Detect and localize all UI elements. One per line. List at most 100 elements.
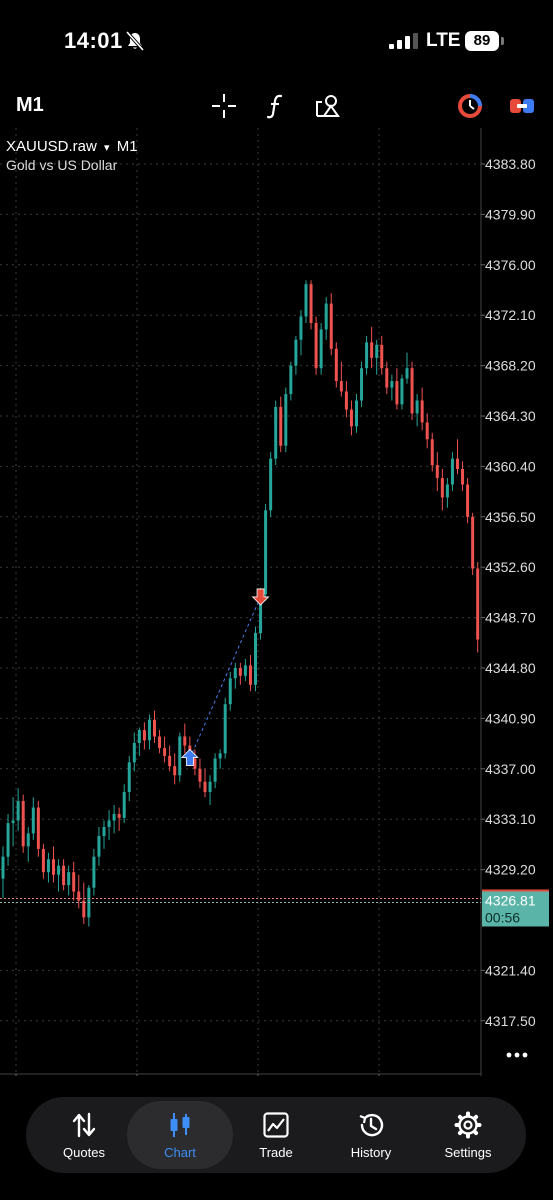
price-chart[interactable]: 4326.8100:56 4383.80 4379.90 4376.00 4372.1… — [0, 128, 553, 1076]
candle — [41, 843, 45, 879]
candle — [147, 714, 151, 750]
candle-body — [334, 348, 338, 382]
candle — [82, 882, 86, 924]
candle — [163, 736, 167, 763]
nav-settings[interactable]: Settings — [420, 1097, 516, 1173]
candle — [107, 810, 111, 840]
candle-body — [370, 342, 374, 358]
candle — [425, 413, 429, 449]
candle-body — [228, 678, 232, 705]
symbol-timeframe: M1 — [116, 138, 138, 155]
timeframe-selector[interactable]: M1 — [16, 94, 44, 117]
quotes-arrows-icon — [72, 1112, 96, 1138]
candle — [370, 326, 374, 369]
candle-body — [284, 394, 288, 446]
candle-body — [324, 303, 328, 330]
candle — [142, 722, 146, 750]
candle — [360, 361, 364, 407]
candle — [284, 387, 288, 453]
candle-body — [117, 814, 121, 818]
candle — [127, 755, 131, 802]
candle-body — [46, 859, 50, 873]
candle-body — [471, 516, 475, 569]
nav-trade[interactable]: Trade — [228, 1097, 324, 1173]
candle — [309, 280, 313, 330]
candle-body — [405, 368, 409, 379]
candle-body — [21, 801, 25, 847]
settings-gear-icon — [454, 1111, 482, 1139]
price-tick-label: 4329.20 — [485, 862, 536, 878]
one-click-trading-icon[interactable] — [456, 92, 484, 120]
candle-body — [420, 400, 424, 423]
price-tick-label: 4317.50 — [485, 1013, 536, 1029]
more-menu-icon[interactable] — [506, 1052, 528, 1058]
candle-body — [233, 667, 237, 679]
candle-body — [223, 704, 227, 754]
candle-body — [339, 381, 343, 392]
objects-icon[interactable] — [314, 92, 342, 120]
candle-body — [77, 891, 81, 901]
candle — [137, 727, 141, 756]
candle — [77, 874, 81, 909]
nav-history[interactable]: History — [323, 1097, 419, 1173]
candle — [122, 784, 126, 824]
candle — [324, 297, 328, 340]
candle-body — [294, 339, 298, 366]
candle — [97, 826, 101, 866]
candle-body — [72, 872, 76, 892]
chart-area[interactable]: 4326.81 00:56 4383.80 4379.90 4376.00 4372.1… — [0, 128, 553, 1076]
candle-body — [153, 719, 156, 737]
candle — [213, 753, 217, 789]
candle — [375, 339, 379, 375]
candle-body — [102, 826, 106, 836]
candle-body — [11, 820, 15, 824]
candle-body — [375, 344, 379, 358]
candle — [31, 797, 35, 840]
candle-body — [243, 665, 247, 676]
candle-body — [132, 742, 136, 763]
candle — [52, 846, 55, 883]
candle-body — [355, 400, 358, 427]
candle-body — [274, 406, 278, 459]
candle-body — [198, 768, 202, 782]
candle-body — [269, 458, 273, 511]
candle-body — [304, 284, 308, 317]
price-tick-label: 4372.10 — [485, 307, 536, 323]
symbol-label[interactable]: XAUUSD.raw ▾ M1 — [6, 138, 138, 155]
candle-body — [107, 820, 111, 827]
candle — [168, 745, 172, 772]
candle — [178, 732, 182, 782]
candle — [294, 335, 298, 375]
candle — [334, 342, 338, 388]
signal-icon — [389, 33, 418, 49]
candle-body — [238, 667, 242, 676]
candle-body — [264, 510, 268, 595]
nav-quotes[interactable]: Quotes — [36, 1097, 132, 1173]
price-tick-label: 4368.20 — [485, 358, 536, 374]
candle-body — [183, 736, 187, 746]
candle — [233, 662, 237, 689]
candle — [349, 400, 353, 436]
price-tick-label: 4348.70 — [485, 610, 536, 626]
candle — [264, 503, 268, 601]
candle-body — [31, 807, 35, 834]
price-tick-label: 4344.80 — [485, 660, 536, 676]
price-tick-label: 4376.00 — [485, 257, 536, 273]
candle-body — [16, 801, 20, 821]
crosshair-icon[interactable] — [210, 92, 238, 120]
nav-chart[interactable]: Chart — [127, 1101, 233, 1169]
trade-panel-icon[interactable] — [508, 92, 536, 120]
candle — [415, 394, 419, 427]
candle — [16, 788, 20, 831]
candle — [344, 381, 348, 418]
candle-body — [410, 368, 414, 414]
candle-body — [137, 730, 141, 743]
candle-body — [445, 484, 449, 498]
candle-body — [466, 484, 470, 517]
candle-body — [52, 859, 55, 875]
indicators-icon[interactable] — [262, 92, 290, 120]
candle — [269, 452, 273, 517]
candle — [385, 361, 389, 395]
price-tick-label: 4337.00 — [485, 761, 536, 777]
status-bar: 14:01 LTE 89 — [0, 0, 553, 84]
